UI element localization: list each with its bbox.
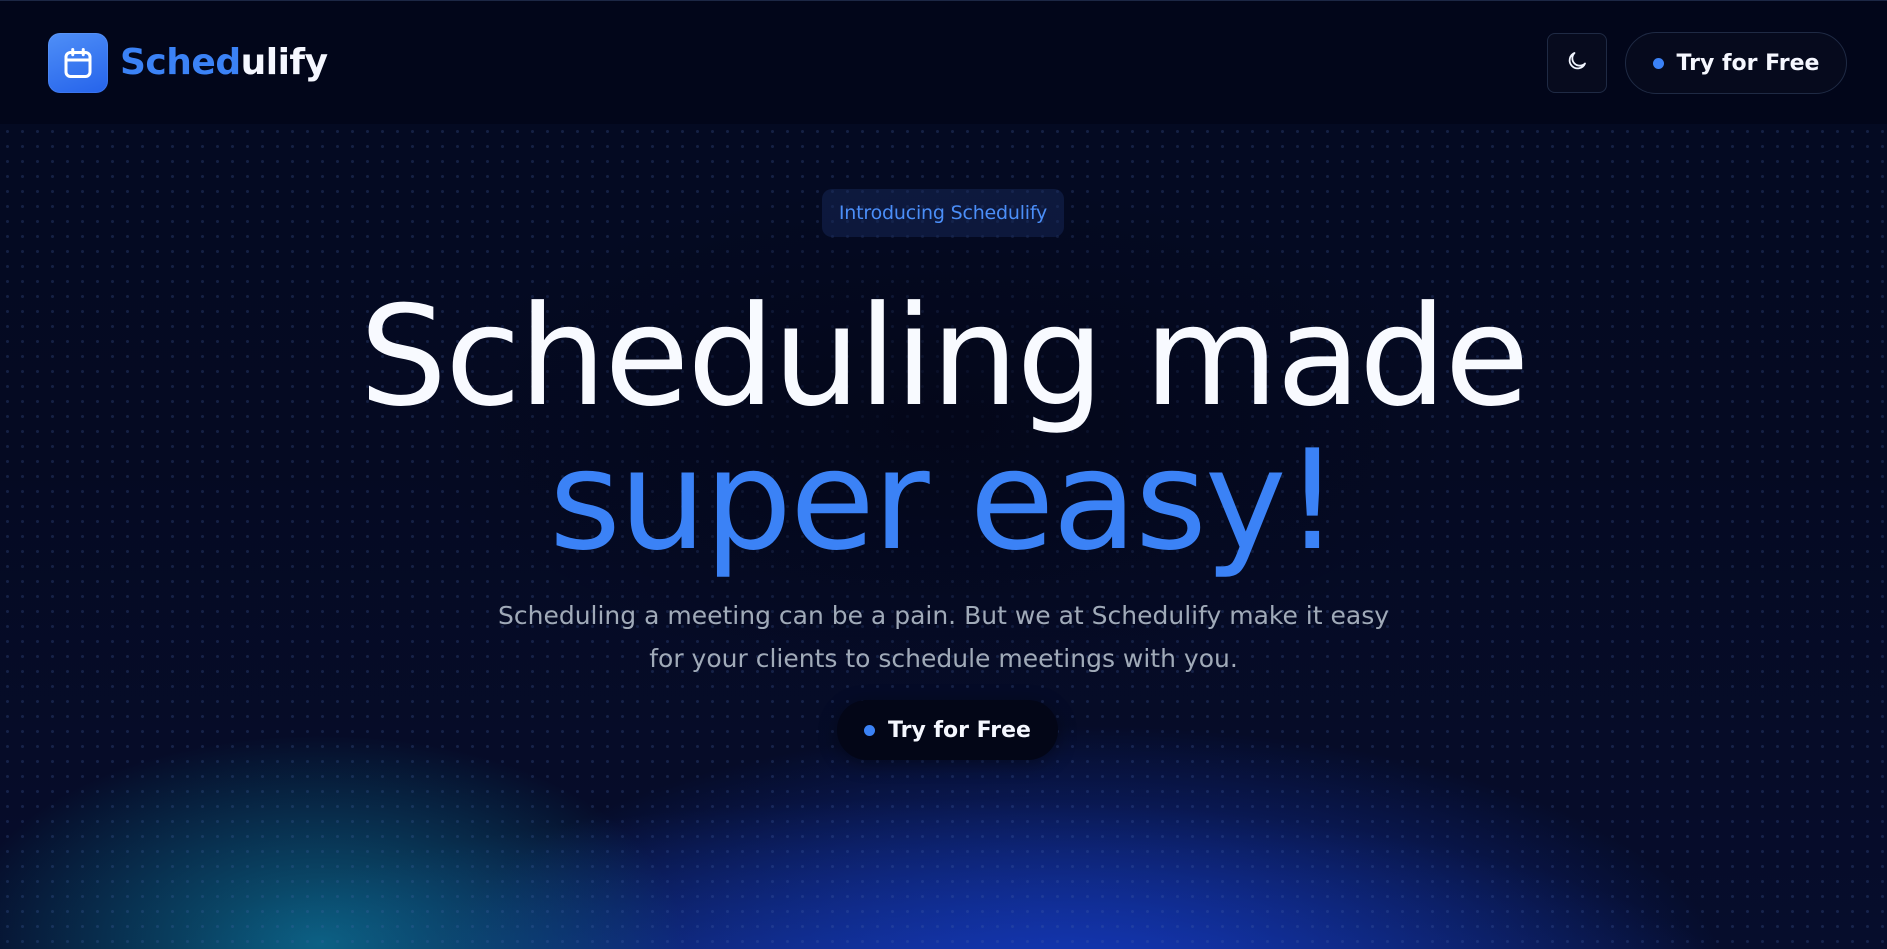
logo-text: Schedulify <box>120 45 328 81</box>
hero-section: Introducing Schedulify Scheduling made s… <box>0 124 1887 949</box>
nav-try-for-free-button[interactable]: Try for Free <box>1625 32 1847 94</box>
landing-page: Schedulify Try for Free Introducing Sche… <box>0 0 1887 949</box>
hero-subtitle: Scheduling a meeting can be a pain. But … <box>0 594 1887 680</box>
headline-line-2: super easy! <box>549 420 1340 581</box>
logo-text-accent: Sched <box>120 42 241 83</box>
dot-icon <box>864 724 876 736</box>
logo[interactable]: Schedulify <box>48 33 328 93</box>
calendar-icon <box>48 33 108 93</box>
moon-icon <box>1565 49 1589 77</box>
navbar: Schedulify Try for Free <box>0 0 1887 124</box>
intro-badge: Introducing Schedulify <box>822 189 1064 237</box>
logo-text-rest: ulify <box>240 42 328 83</box>
hero-cta-label: Try for Free <box>888 717 1031 743</box>
hero-try-for-free-button[interactable]: Try for Free <box>837 700 1058 760</box>
headline-line-1: Scheduling made <box>359 276 1530 437</box>
theme-toggle-button[interactable] <box>1547 33 1607 93</box>
hero-subtitle-line-1: Scheduling a meeting can be a pain. But … <box>497 601 1390 630</box>
dot-icon <box>1652 57 1664 69</box>
hero-subtitle-line-2: for your clients to schedule meetings wi… <box>649 644 1238 673</box>
nav-cta-label: Try for Free <box>1676 50 1820 76</box>
